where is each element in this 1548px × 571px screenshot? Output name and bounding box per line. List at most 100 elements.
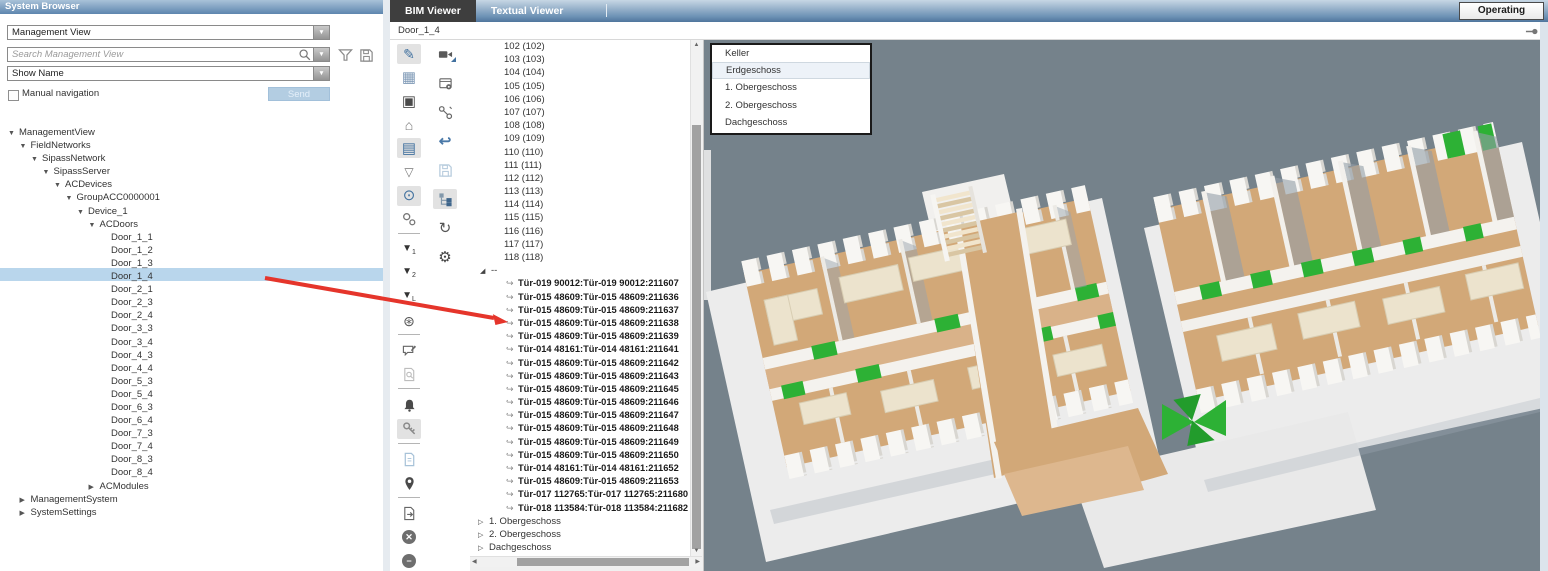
tree-item-managementsystem[interactable]: ▶ManagementSystem <box>0 491 383 504</box>
tree-item-acdoors[interactable]: ▼ACDoors <box>0 216 383 229</box>
door-item[interactable]: ↪Tür-015 48609:Tür-015 48609:211642 <box>470 357 690 370</box>
tree-item-door_5_3[interactable]: Door_5_3 <box>0 373 383 386</box>
door-item[interactable]: ↪Tür-015 48609:Tür-015 48609:211649 <box>470 436 690 449</box>
door-item[interactable]: ↪Tür-017 112765:Tür-017 112765:211680 <box>470 488 690 501</box>
scroll-right-icon[interactable]: ▶ <box>695 558 700 565</box>
tree-item-door_2_4[interactable]: Door_2_4 <box>0 307 383 320</box>
refresh-icon[interactable]: ↻ <box>433 218 457 238</box>
door-item[interactable]: ↪Tür-015 48609:Tür-015 48609:211646 <box>470 396 690 409</box>
hazard-icon[interactable]: ⊛ <box>397 311 421 331</box>
room-item[interactable]: 111 (111) <box>470 159 690 172</box>
collapse-arrow-icon[interactable]: ▼ <box>31 153 42 166</box>
door-item[interactable]: ↪Tür-015 48609:Tür-015 48609:211643 <box>470 370 690 383</box>
operating-mode-button[interactable]: Operating <box>1459 2 1544 20</box>
key-icon[interactable] <box>397 419 421 439</box>
floor-option-1-obergeschoss[interactable]: 1. Obergeschoss <box>712 79 870 96</box>
room-item[interactable]: 114 (114) <box>470 198 690 211</box>
door-item[interactable]: ↪Tür-014 48161:Tür-014 48161:211641 <box>470 343 690 356</box>
circle-minus-icon[interactable]: − <box>397 551 421 571</box>
scroll-up-icon[interactable]: ▲ <box>691 42 702 48</box>
tree-item-door_4_3[interactable]: Door_4_3 <box>0 347 383 360</box>
doc-search-icon[interactable] <box>397 365 421 385</box>
group-node[interactable]: ◢-- <box>470 264 690 277</box>
location-pin-icon[interactable] <box>397 473 421 493</box>
view-selector-dropdown[interactable]: Management View ▼ <box>7 25 330 40</box>
door-item[interactable]: ↪Tür-015 48609:Tür-015 48609:211637 <box>470 304 690 317</box>
room-item[interactable]: 109 (109) <box>470 132 690 145</box>
horizontal-scrollbar[interactable]: ◀ ▶ <box>470 556 702 567</box>
collapse-arrow-icon[interactable]: ▼ <box>77 206 88 219</box>
room-item[interactable]: 115 (115) <box>470 211 690 224</box>
tree-item-door_7_4[interactable]: Door_7_4 <box>0 438 383 451</box>
tree-item-door_2_1[interactable]: Door_2_1 <box>0 281 383 294</box>
tree-item-door_4_4[interactable]: Door_4_4 <box>0 360 383 373</box>
scroll-left-icon[interactable]: ◀ <box>472 558 477 565</box>
door-item[interactable]: ↪Tür-015 48609:Tür-015 48609:211636 <box>470 291 690 304</box>
chevron-down-icon[interactable]: ▼ <box>313 67 329 80</box>
collapse-arrow-icon[interactable]: ▼ <box>20 140 31 153</box>
room-item[interactable]: 103 (103) <box>470 53 690 66</box>
filter-2-icon[interactable]: ▼2 <box>397 263 421 283</box>
send-button[interactable]: Send <box>268 87 330 101</box>
expand-arrow-icon[interactable]: ▷ <box>478 516 489 529</box>
room-item[interactable]: 113 (113) <box>470 185 690 198</box>
floor-option-dachgeschoss[interactable]: Dachgeschoss <box>712 114 870 131</box>
tree-item-door_8_3[interactable]: Door_8_3 <box>0 451 383 464</box>
chevron-down-icon[interactable]: ▼ <box>313 48 329 61</box>
display-mode-dropdown[interactable]: Show Name ▼ <box>7 66 330 81</box>
floor-option-2-obergeschoss[interactable]: 2. Obergeschoss <box>712 97 870 114</box>
tree-item-door_5_4[interactable]: Door_5_4 <box>0 386 383 399</box>
bell-icon[interactable] <box>397 395 421 415</box>
room-item[interactable]: 118 (118) <box>470 251 690 264</box>
pen-tool-icon[interactable]: ✎ <box>397 44 421 64</box>
room-item[interactable]: 104 (104) <box>470 66 690 79</box>
filter-l-icon[interactable]: ▼L <box>397 287 421 307</box>
camera-icon[interactable] <box>433 44 457 64</box>
floor-option-erdgeschoss[interactable]: Erdgeschoss <box>712 62 870 79</box>
room-item[interactable]: 117 (117) <box>470 238 690 251</box>
tree-item-fieldnetworks[interactable]: ▼FieldNetworks <box>0 137 383 150</box>
tree-item-device_1[interactable]: ▼Device_1 <box>0 203 383 216</box>
save-icon[interactable] <box>358 47 374 63</box>
tree-item-door_3_3[interactable]: Door_3_3 <box>0 320 383 333</box>
gear-icon[interactable]: ⚙ <box>433 247 457 267</box>
hierarchy-icon[interactable] <box>433 189 457 209</box>
collapse-arrow-icon[interactable]: ▼ <box>54 179 65 192</box>
search-box[interactable]: Search Management View ▼ <box>7 47 330 62</box>
floor-node[interactable]: ▷Dachgeschoss <box>470 541 690 554</box>
screen-view-icon[interactable]: ▣ <box>397 91 421 111</box>
tree-item-door_3_4[interactable]: Door_3_4 <box>0 334 383 347</box>
tree-item-door_7_3[interactable]: Door_7_3 <box>0 425 383 438</box>
tree-item-door_1_4[interactable]: Door_1_4 <box>0 268 383 281</box>
collapse-arrow-icon[interactable]: ▼ <box>89 219 100 232</box>
document-view-icon[interactable]: ▤ <box>397 138 421 158</box>
export-icon[interactable] <box>397 504 421 524</box>
view-cone-icon[interactable]: ▽ <box>397 162 421 182</box>
collapse-arrow-icon[interactable]: ▼ <box>8 127 19 140</box>
door-item[interactable]: ↪Tür-019 90012:Tür-019 90012:211607 <box>470 277 690 290</box>
manual-navigation-checkbox[interactable] <box>8 90 19 101</box>
tree-item-door_1_3[interactable]: Door_1_3 <box>0 255 383 268</box>
room-item[interactable]: 102 (102) <box>470 40 690 53</box>
filter-icon[interactable] <box>337 47 353 63</box>
collapse-arrow-icon[interactable]: ◢ <box>480 265 491 278</box>
tab-textual-viewer[interactable]: Textual Viewer <box>476 0 579 22</box>
page-icon[interactable] <box>397 450 421 470</box>
scroll-down-icon[interactable]: ▼ <box>691 548 702 554</box>
collapse-arrow-icon[interactable]: ▼ <box>66 192 77 205</box>
tree-item-acmodules[interactable]: ▶ACModules <box>0 478 383 491</box>
grid-view-icon[interactable]: ▦ <box>397 68 421 88</box>
room-item[interactable]: 108 (108) <box>470 119 690 132</box>
link-objects-icon[interactable] <box>397 209 421 229</box>
panel-settings-icon[interactable] <box>433 73 457 93</box>
tree-item-door_6_4[interactable]: Door_6_4 <box>0 412 383 425</box>
tree-item-acdevices[interactable]: ▼ACDevices <box>0 176 383 189</box>
chevron-down-icon[interactable]: ▼ <box>313 26 329 39</box>
panel-divider[interactable] <box>383 0 390 571</box>
door-item[interactable]: ↪Tür-014 48161:Tür-014 48161:211652 <box>470 462 690 475</box>
expand-arrow-icon[interactable]: ▶ <box>20 507 31 520</box>
home-icon[interactable]: ⌂ <box>397 115 421 135</box>
expand-arrow-icon[interactable]: ▷ <box>478 542 489 555</box>
tree-item-door_2_3[interactable]: Door_2_3 <box>0 294 383 307</box>
save-icon[interactable] <box>433 160 457 180</box>
